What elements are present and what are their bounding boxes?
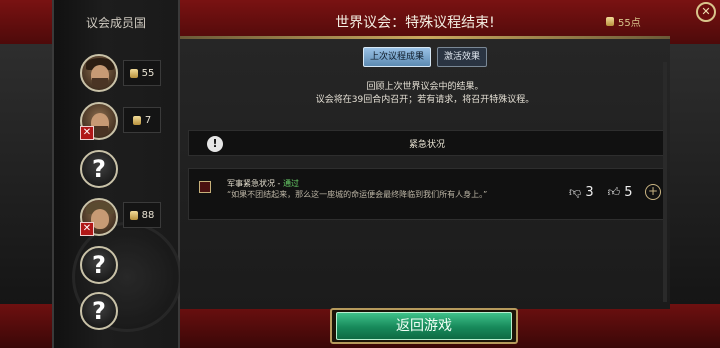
close-button[interactable]: ✕ [696,2,716,22]
member-votes-value: 88 [141,209,155,221]
proposal-title: 军事紧急状况 - 通过 [227,178,299,189]
member-votes-value: 7 [144,114,152,126]
info-line-2: 议会将在39回合内召开；若有请求，将召开特殊议程。 [315,95,535,105]
votes-against: 👎︎ 3 [569,185,594,200]
return-to-game-button[interactable]: 返回游戏 [336,312,512,340]
section-title: 紧急状况 [408,140,445,150]
results-panel: 上次议程成果 激活效果 回顾上次世界议会中的结果。 议会将在39回合内召开；若有… [180,39,670,309]
proposal-quote: “如果不团结起来，那么这一座城的命运便会最终降临到我们所有人身上。” [227,190,488,199]
proposal-name: 军事紧急状况 - [227,179,283,188]
info-line-1: 回顾上次世界议会中的结果。 [366,82,484,92]
member-avatar-unknown-3[interactable]: ? [80,150,118,188]
sidebar-title: 议会成员国 [85,16,146,30]
member-avatar-1[interactable] [80,54,118,92]
denied-icon: ✕ [80,126,94,140]
military-emergency-icon [199,181,211,193]
votes-against-value: 3 [585,185,594,200]
vote-tally: 👎︎ 3 👍︎ 5 [569,185,633,200]
diplomatic-favor-icon [129,68,138,78]
proposal-row[interactable]: 军事紧急状况 - 通过 “如果不团结起来，那么这一座城的命运便会最终降临到我们所… [188,168,666,220]
member-avatar-unknown-6[interactable]: ? [80,292,118,330]
tab-last-session-results[interactable]: 上次议程成果 [362,47,431,67]
avatar-beard [92,78,108,88]
member-votes-2: 7 [123,107,161,133]
votes-for: 👍︎ 5 [608,185,633,200]
diplomatic-favor-icon [129,210,138,220]
member-avatar-unknown-5[interactable]: ? [80,246,118,284]
session-info: 回顾上次世界议会中的结果。 议会将在39回合内召开；若有请求，将召开特殊议程。 [180,81,670,107]
favor-counter: 55点 [606,14,641,29]
diplomatic-favor-icon [132,115,141,125]
page-title: 世界议会：特殊议程结束! [335,15,495,31]
member-votes-1: 55 [123,60,161,86]
plus-icon: + [647,184,659,198]
favor-value: 55点 [618,18,641,29]
member-votes-value: 55 [141,67,155,79]
panel-scrollbar[interactable] [663,62,667,302]
tab-active-effects[interactable]: 激活效果 [437,47,488,67]
member-votes-4: 88 [123,202,161,228]
expand-proposal-button[interactable]: + [645,184,661,200]
avatar-beard [92,126,108,136]
unknown-icon: ? [92,251,106,279]
thumbs-down-icon: 👎︎ [569,185,582,199]
close-icon: ✕ [701,5,711,18]
unknown-icon: ? [92,155,106,183]
proposal-status: 通过 [282,179,299,188]
denied-icon: ✕ [80,222,94,236]
thumbs-up-icon: 👍︎ [607,185,621,199]
diplomatic-favor-icon [606,17,614,26]
unknown-icon: ? [92,297,106,325]
section-header: ! 紧急状况 [188,130,666,156]
votes-for-value: 5 [624,185,633,200]
tab-bar: 上次议程成果 激活效果 [180,47,670,67]
